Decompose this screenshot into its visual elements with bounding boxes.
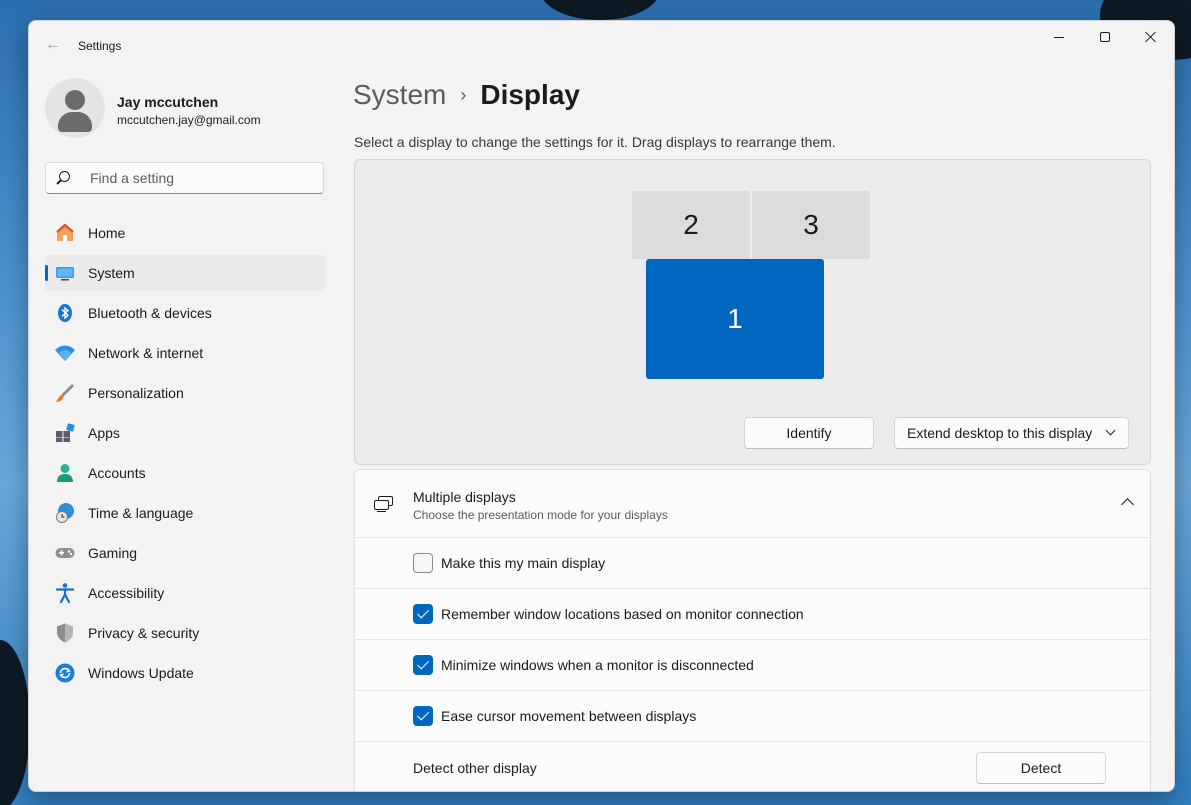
multiple-displays-icon <box>374 496 394 513</box>
close-icon <box>1145 31 1157 43</box>
sidebar-item-label: Bluetooth & devices <box>88 305 212 321</box>
breadcrumb-separator-icon: › <box>460 84 467 105</box>
sidebar-item-label: Gaming <box>88 545 138 561</box>
search-input[interactable] <box>90 163 310 193</box>
home-icon <box>54 222 76 244</box>
option-row-detect: Detect other display Detect <box>355 742 1150 791</box>
sidebar-item-apps[interactable]: Apps <box>45 415 325 451</box>
sidebar-item-privacy[interactable]: Privacy & security <box>45 615 325 651</box>
avatar-head <box>65 90 85 110</box>
title-bar: ← Settings <box>29 21 1174 69</box>
page-title: Display <box>480 79 580 110</box>
sidebar-item-label: Windows Update <box>88 665 194 681</box>
apps-icon <box>54 422 76 444</box>
maximize-button[interactable] <box>1082 21 1128 53</box>
chevron-down-icon <box>1105 425 1116 436</box>
sidebar-item-label: Apps <box>88 425 120 441</box>
main-display-checkbox[interactable] <box>413 553 433 573</box>
sidebar-item-label: Accessibility <box>88 585 165 601</box>
close-button[interactable] <box>1128 21 1174 53</box>
sidebar-item-bluetooth[interactable]: Bluetooth & devices <box>45 295 325 331</box>
avatar <box>45 78 105 138</box>
breadcrumb-parent[interactable]: System <box>353 79 446 111</box>
minimize-windows-checkbox[interactable] <box>413 655 433 675</box>
multiple-displays-header[interactable]: Multiple displays Choose the presentatio… <box>355 470 1150 538</box>
identify-button[interactable]: Identify <box>744 417 874 449</box>
user-email: mccutchen.jay@gmail.com <box>117 113 261 127</box>
sidebar-item-label: Home <box>88 225 126 241</box>
sidebar-item-network[interactable]: Network & internet <box>45 335 325 371</box>
ease-cursor-checkbox[interactable] <box>413 706 433 726</box>
gamepad-icon <box>54 542 76 564</box>
remember-locations-checkbox[interactable] <box>413 604 433 624</box>
update-icon <box>54 662 76 684</box>
sidebar-item-label: Network & internet <box>88 345 204 361</box>
minimize-icon <box>1054 36 1064 38</box>
detect-label: Detect other display <box>413 759 537 776</box>
display-mode-dropdown[interactable]: Extend desktop to this display <box>894 417 1129 449</box>
system-icon <box>54 262 76 284</box>
display-description: Select a display to change the settings … <box>354 134 836 150</box>
sidebar-item-home[interactable]: Home <box>45 215 325 251</box>
monitor-3[interactable]: 3 <box>752 191 870 259</box>
option-label: Remember window locations based on monit… <box>441 606 804 622</box>
wallpaper-palm <box>540 0 660 20</box>
option-row-remember-locations: Remember window locations based on monit… <box>355 589 1150 640</box>
minimize-button[interactable] <box>1036 21 1082 53</box>
sidebar-item-label: Personalization <box>88 385 184 401</box>
sidebar-item-time-language[interactable]: Time & language <box>45 495 325 531</box>
user-profile[interactable]: Jay mccutchen mccutchen.jay@gmail.com <box>45 78 325 138</box>
settings-window: ← Settings Jay mccutchen mccutchen.jay@g… <box>28 20 1175 792</box>
sidebar-item-personalization[interactable]: Personalization <box>45 375 325 411</box>
sidebar-item-windows-update[interactable]: Windows Update <box>45 655 325 691</box>
accounts-icon <box>54 462 76 484</box>
app-title: Settings <box>78 39 122 53</box>
sidebar-item-label: Privacy & security <box>88 625 200 641</box>
user-name: Jay mccutchen <box>117 94 219 110</box>
avatar-body <box>58 112 92 132</box>
display-arrangement-area: 2 3 1 Identify Extend desktop to this di… <box>354 159 1151 465</box>
option-row-ease-cursor: Ease cursor movement between displays <box>355 691 1150 742</box>
display-mode-value: Extend desktop to this display <box>907 425 1093 441</box>
search-box[interactable] <box>45 162 324 194</box>
multiple-displays-subtitle: Choose the presentation mode for your di… <box>413 508 668 522</box>
sidebar-item-accessibility[interactable]: Accessibility <box>45 575 325 611</box>
option-row-main-display: Make this my main display <box>355 538 1150 589</box>
accessibility-icon <box>54 582 76 604</box>
globe-clock-icon <box>54 502 76 524</box>
shield-icon <box>54 622 76 644</box>
chevron-up-icon[interactable] <box>1121 498 1134 511</box>
monitor-2[interactable]: 2 <box>632 191 750 259</box>
back-arrow-icon[interactable]: ← <box>41 33 65 57</box>
sidebar-item-gaming[interactable]: Gaming <box>45 535 325 571</box>
multiple-displays-title: Multiple displays <box>413 489 516 505</box>
wallpaper-palm <box>0 640 30 805</box>
brush-icon <box>54 382 76 404</box>
sidebar-item-label: Accounts <box>88 465 146 481</box>
multiple-displays-panel: Multiple displays Choose the presentatio… <box>354 469 1151 791</box>
maximize-icon <box>1100 32 1110 42</box>
option-label: Ease cursor movement between displays <box>441 708 697 724</box>
detect-button[interactable]: Detect <box>976 752 1106 784</box>
option-row-minimize-windows: Minimize windows when a monitor is disco… <box>355 640 1150 691</box>
wifi-icon <box>54 342 76 364</box>
search-icon <box>56 171 70 185</box>
monitor-1[interactable]: 1 <box>646 259 824 379</box>
sidebar-item-label: Time & language <box>88 505 194 521</box>
sidebar-item-accounts[interactable]: Accounts <box>45 455 325 491</box>
sidebar-item-label: System <box>88 265 135 281</box>
sidebar-item-system[interactable]: System <box>45 255 325 291</box>
breadcrumb: System › Display <box>353 79 580 111</box>
option-label: Minimize windows when a monitor is disco… <box>441 657 754 673</box>
option-label: Make this my main display <box>441 555 606 571</box>
bluetooth-icon <box>54 302 76 324</box>
sidebar-nav: Home System Bluetooth & devices Network … <box>45 215 325 695</box>
